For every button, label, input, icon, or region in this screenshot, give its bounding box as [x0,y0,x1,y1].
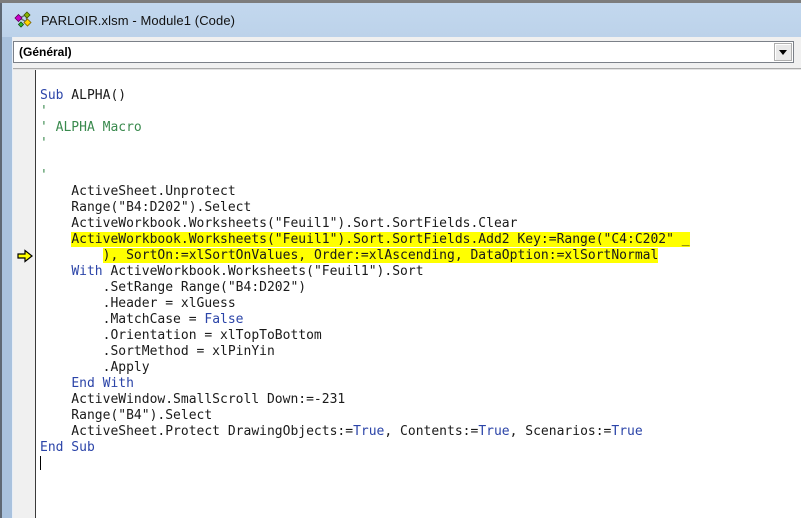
object-dropdown-button[interactable] [774,43,792,61]
code-pane: Sub ALPHA() ' ' ALPHA Macro ' ' ActiveSheet.… [13,70,801,518]
code-line[interactable]: .Header = xlGuess [40,296,801,312]
code-editor[interactable]: Sub ALPHA() ' ' ALPHA Macro ' ' ActiveSheet.… [40,70,801,518]
code-line[interactable]: End Sub [40,440,801,456]
code-line[interactable]: .Orientation = xlTopToBottom [40,328,801,344]
code-line[interactable]: With ActiveWorkbook.Worksheets("Feuil1")… [40,264,801,280]
window-frame-left [0,3,13,518]
code-line[interactable]: ActiveSheet.Unprotect [40,184,801,200]
title-bar[interactable]: PARLOIR.xlsm - Module1 (Code) [2,3,801,37]
code-line[interactable]: End With [40,376,801,392]
code-line[interactable]: ActiveSheet.Protect DrawingObjects:=True… [40,424,801,440]
object-dropdown[interactable]: (Général) [13,41,794,63]
code-line[interactable]: ActiveWorkbook.Worksheets("Feuil1").Sort… [40,216,801,232]
code-line[interactable]: ActiveWorkbook.Worksheets("Feuil1").Sort… [40,232,801,248]
code-line[interactable]: ' [40,104,801,120]
window-title: PARLOIR.xlsm - Module1 (Code) [41,12,236,28]
code-line[interactable]: ' ALPHA Macro [40,120,801,136]
object-dropdown-value: (Général) [19,45,72,59]
code-line[interactable]: Range("B4").Select [40,408,801,424]
code-line[interactable]: ), SortOn:=xlSortOnValues, Order:=xlAsce… [40,248,801,264]
chevron-down-icon [779,49,787,55]
margin-indicator-bar[interactable] [13,70,36,518]
declarations-bar: (Général) [13,37,801,70]
code-line[interactable]: Range("B4:D202").Select [40,200,801,216]
execution-arrow-icon [17,249,33,263]
code-line[interactable] [40,456,801,472]
code-line[interactable]: ' [40,136,801,152]
code-line[interactable]: .MatchCase = False [40,312,801,328]
code-line[interactable] [40,152,801,168]
vbe-code-window: PARLOIR.xlsm - Module1 (Code) (Général) … [0,0,801,518]
code-line[interactable]: ' [40,168,801,184]
code-line[interactable]: ActiveWindow.SmallScroll Down:=-231 [40,392,801,408]
code-line[interactable]: .SetRange Range("B4:D202") [40,280,801,296]
text-caret [40,456,41,470]
code-line[interactable]: Sub ALPHA() [40,88,801,104]
code-line[interactable]: .SortMethod = xlPinYin [40,344,801,360]
code-lines: Sub ALPHA() ' ' ALPHA Macro ' ' ActiveSheet.… [40,88,801,472]
vba-module-icon [14,11,32,28]
code-line[interactable]: .Apply [40,360,801,376]
